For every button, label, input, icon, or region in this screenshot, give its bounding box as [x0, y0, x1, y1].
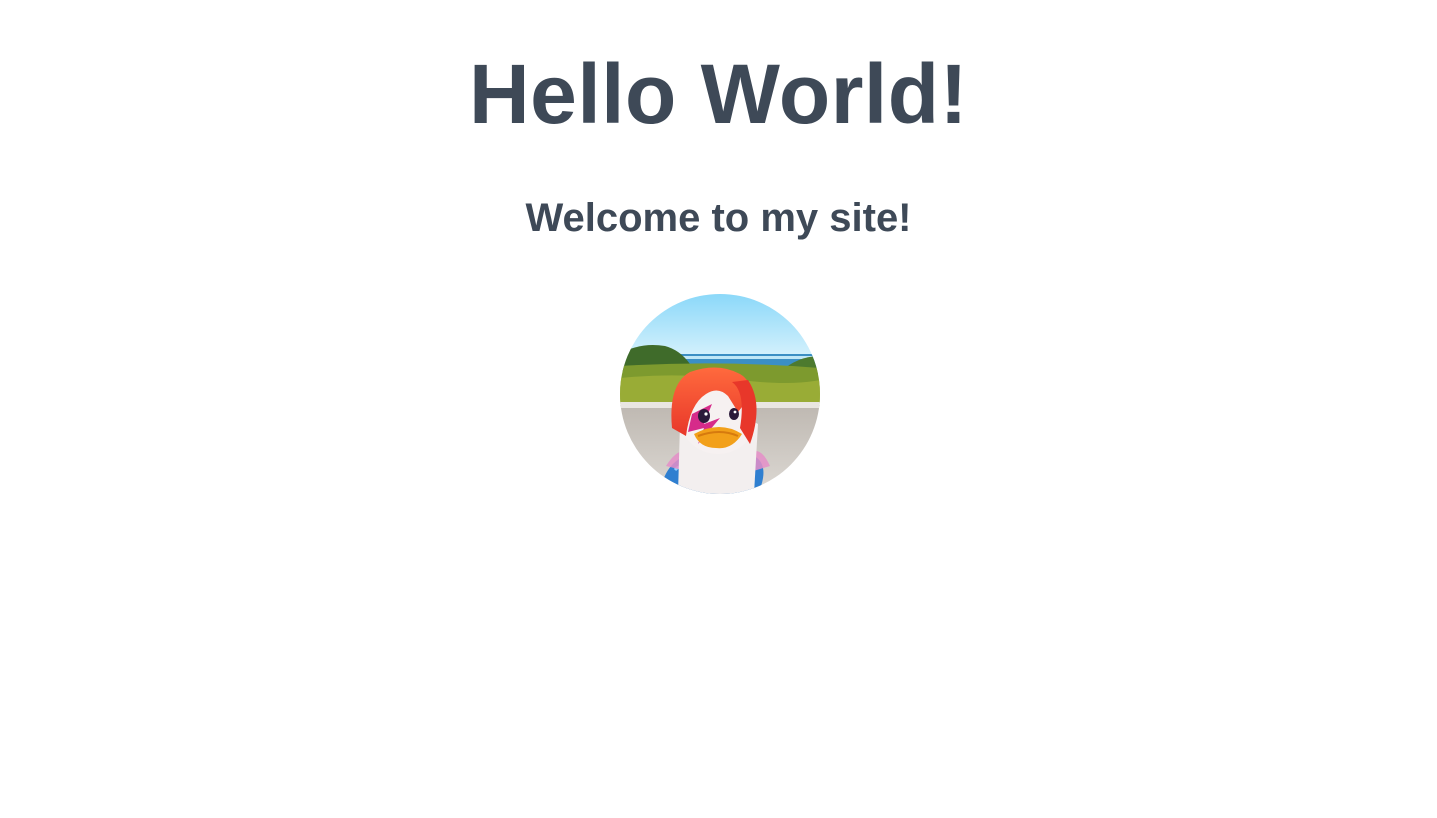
avatar: [620, 294, 820, 494]
avatar-duck-image: [620, 294, 820, 494]
page: Hello World! Welcome to my site!: [0, 0, 1437, 818]
page-subtitle: Welcome to my site!: [525, 196, 912, 240]
page-title: Hello World!: [468, 47, 969, 141]
